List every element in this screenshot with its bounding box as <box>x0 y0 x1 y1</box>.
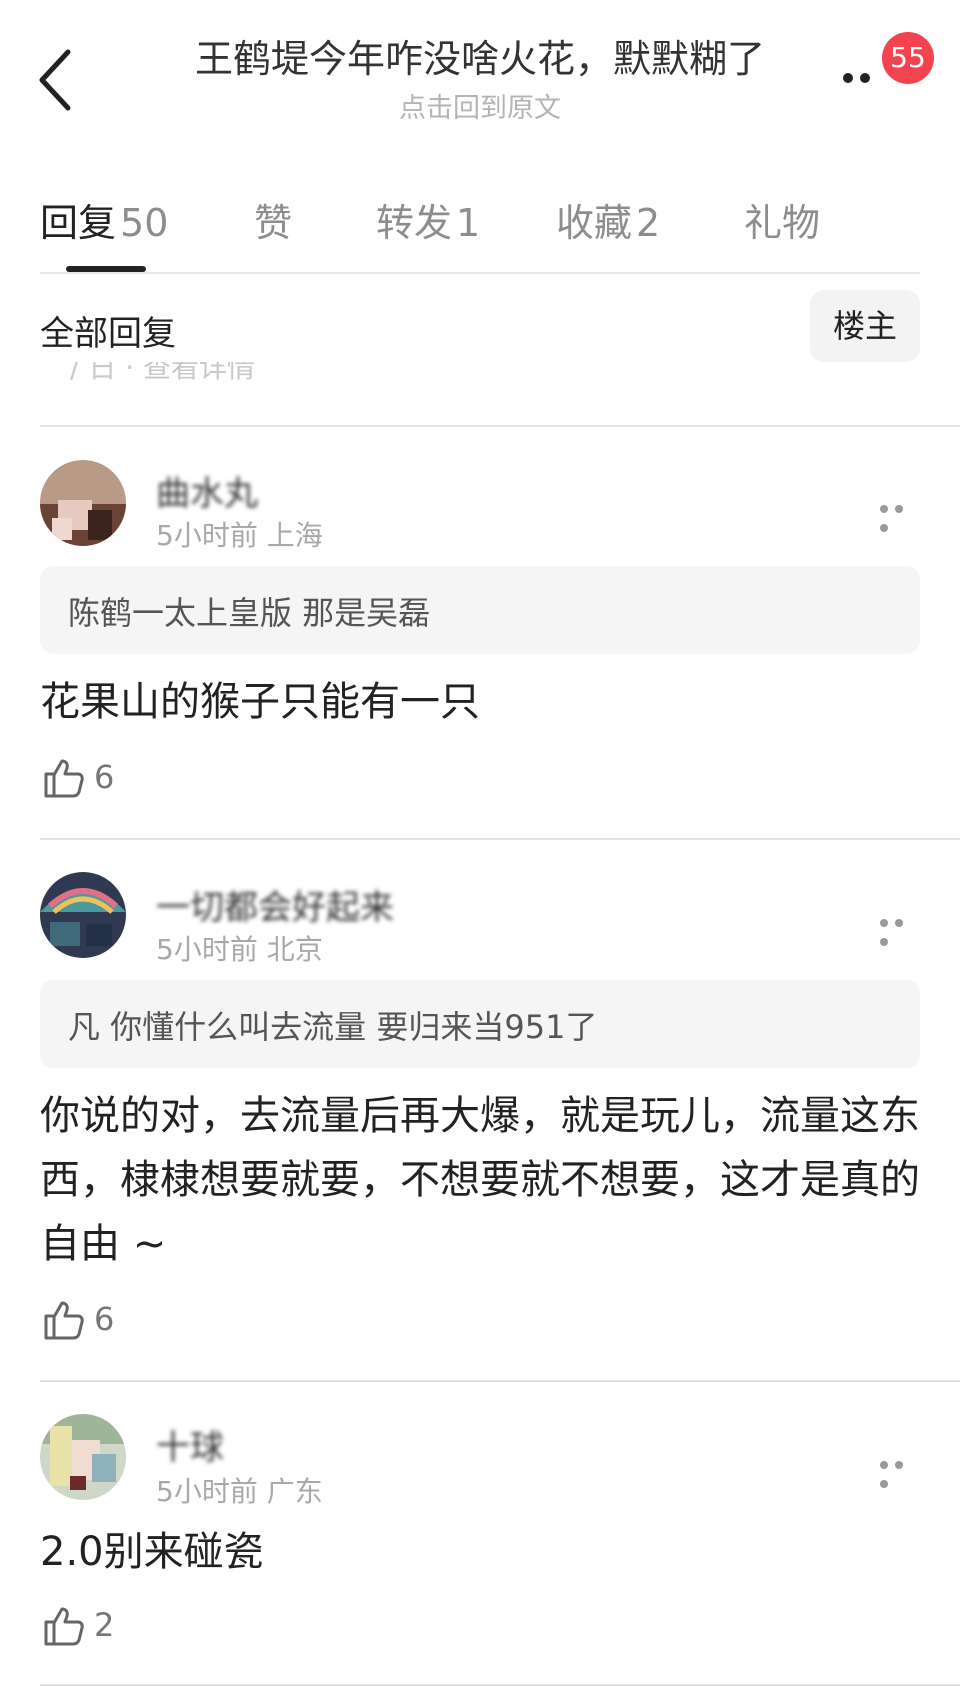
tab-reposts-count: 1 <box>456 201 481 245</box>
tab-gifts-label: 礼物 <box>744 201 821 245</box>
quoted-reply-text: 凡 你懂什么叫去流量 要归来当951了 <box>68 1008 598 1046</box>
tab-replies-count: 50 <box>120 201 169 245</box>
thumbs-up-icon[interactable] <box>42 1604 86 1648</box>
comment-more-icon[interactable] <box>880 912 920 950</box>
comment-text: 你说的对，去流量后再大爆，就是玩儿，流量这东西，棣棣想要就要，不想要就不想要，这… <box>40 1093 920 1267</box>
like-count: 6 <box>94 758 115 796</box>
quoted-reply[interactable]: 凡 你懂什么叫去流量 要归来当951了 <box>40 980 920 1068</box>
back-to-post-link[interactable]: 点击回到原文 <box>170 86 790 125</box>
quoted-reply[interactable]: 陈鹤一太上皇版 那是吴磊 <box>40 566 920 654</box>
thumbs-up-icon[interactable] <box>42 1298 86 1342</box>
divider <box>40 425 960 427</box>
tab-gifts[interactable]: 礼物 <box>744 192 820 247</box>
tab-favorites-count: 2 <box>636 201 661 245</box>
tab-likes[interactable]: 赞 <box>254 192 292 247</box>
username[interactable]: 十球 <box>156 1420 224 1469</box>
tab-favorites-label: 收藏 <box>556 201 633 245</box>
notification-badge[interactable]: 55 <box>882 32 934 84</box>
active-tab-indicator <box>66 266 146 272</box>
comment-meta: 5小时前 广东 <box>156 1475 323 1508</box>
comment-more-icon[interactable] <box>880 498 920 536</box>
comment-text: 花果山的猴子只能有一只 <box>40 679 480 725</box>
comment-meta: 5小时前 上海 <box>156 519 323 552</box>
tab-reposts-label: 转发 <box>376 201 453 245</box>
post-title[interactable]: 王鹤堤今年咋没啥火花，默默糊了 <box>170 28 790 83</box>
like-count: 2 <box>94 1606 115 1644</box>
avatar[interactable] <box>40 460 126 546</box>
like-count: 6 <box>94 1300 115 1338</box>
comment-text: 2.0别来碰瓷 <box>40 1529 264 1575</box>
op-only-button[interactable]: 楼主 <box>810 290 920 362</box>
comment-more-icon[interactable] <box>880 1454 920 1492</box>
username[interactable]: 曲水丸 <box>156 466 258 515</box>
tab-favorites[interactable]: 收藏 2 <box>556 192 660 247</box>
partial-hidden-text: / 日 · 查看详情 <box>70 362 256 384</box>
back-arrow-icon[interactable] <box>36 48 76 112</box>
divider <box>40 1684 960 1686</box>
tab-replies-label: 回复 <box>40 201 117 245</box>
tab-reposts[interactable]: 转发 1 <box>376 192 480 247</box>
comment-meta: 5小时前 北京 <box>156 933 323 966</box>
all-replies-label[interactable]: 全部回复 <box>40 306 176 355</box>
tab-likes-label: 赞 <box>254 201 293 245</box>
divider <box>40 838 960 840</box>
tab-replies[interactable]: 回复 50 <box>40 192 168 247</box>
quoted-reply-text: 陈鹤一太上皇版 那是吴磊 <box>68 594 431 632</box>
more-options-icon[interactable] <box>843 68 877 87</box>
avatar[interactable] <box>40 1414 126 1500</box>
avatar[interactable] <box>40 872 126 958</box>
divider <box>40 1380 960 1382</box>
username[interactable]: 一切都会好起来 <box>156 880 394 929</box>
thumbs-up-icon[interactable] <box>42 756 86 800</box>
tab-divider <box>40 272 920 274</box>
